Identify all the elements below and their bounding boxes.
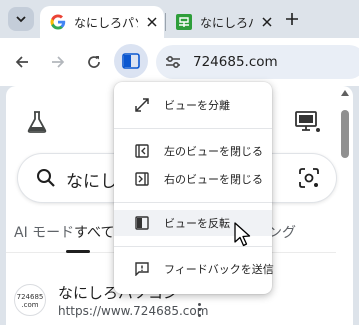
menu-label: フィードバックを送信 (164, 263, 274, 276)
address-bar[interactable]: 724685.com (156, 45, 359, 79)
search-icon (37, 169, 55, 187)
menu-item-close-right[interactable]: 右のビューを閉じる (114, 166, 272, 192)
triangle-up-icon (341, 90, 349, 96)
reload-button[interactable] (82, 50, 106, 74)
active-tab-indicator (66, 250, 90, 253)
logo-text: 724685 (16, 293, 44, 301)
tab-search-button[interactable] (8, 7, 34, 31)
close-icon (147, 17, 157, 27)
menu-divider (114, 128, 272, 129)
close-tab-button[interactable] (260, 14, 274, 30)
feedback-icon (135, 262, 149, 276)
scrollbar[interactable] (340, 88, 350, 325)
menu-label: 左のビューを閉じる (164, 145, 263, 158)
menu-item-split-view[interactable]: ビューを分離 (114, 92, 272, 118)
toolbar: 724685.com (0, 38, 359, 86)
tab-title: なにしろパソコン (74, 15, 138, 30)
tab-ai-mode[interactable]: AI モード (14, 222, 74, 242)
computer-avatar-icon[interactable] (293, 110, 321, 134)
more-dot (197, 313, 201, 317)
tab-shopping[interactable]: ング (268, 222, 296, 242)
result-more-button[interactable] (194, 302, 204, 318)
scroll-up-button[interactable] (340, 88, 350, 98)
forward-button[interactable] (46, 50, 70, 74)
camera-lens-icon[interactable] (298, 168, 320, 188)
back-button[interactable] (10, 50, 34, 74)
split-view-button[interactable] (114, 44, 148, 78)
diagonal-arrows-icon (135, 98, 149, 112)
tab-2[interactable]: なにしろパソコン (166, 6, 274, 38)
logo-text: .com (21, 301, 39, 309)
more-dot (197, 308, 201, 312)
url-text: 724685.com (193, 54, 278, 70)
split-view-menu: ビューを分離 左のビューを閉じる 右のビューを閉じる ビューを反転 フィードバッ… (114, 82, 274, 294)
tab-all[interactable]: すべて (74, 222, 114, 242)
menu-label: 右のビューを閉じる (164, 173, 263, 186)
chevron-down-icon (16, 16, 26, 23)
reverse-view-icon (135, 216, 149, 230)
google-logo-icon (50, 14, 66, 30)
mouse-cursor-icon (234, 222, 251, 247)
tab-title: なにしろパソコン (200, 15, 255, 30)
tab-strip: なにしろパソコン なにしろパソコン (0, 0, 359, 38)
menu-divider (114, 202, 272, 203)
site-info-icon[interactable] (164, 53, 182, 71)
arrow-right-icon (52, 56, 65, 68)
plus-icon (286, 13, 298, 25)
result-url[interactable]: https://www.724685.com (58, 304, 208, 318)
scrollbar-thumb[interactable] (341, 110, 349, 158)
menu-item-close-left[interactable]: 左のビューを閉じる (114, 138, 272, 164)
new-tab-button[interactable] (282, 9, 302, 29)
result-site-logo[interactable]: 724685 .com (14, 284, 46, 316)
labs-flask-icon[interactable] (26, 110, 48, 134)
menu-item-send-feedback[interactable]: フィードバックを送信 (114, 256, 274, 282)
split-view-icon (122, 53, 140, 69)
reload-icon (88, 56, 100, 68)
site-favicon-icon (176, 14, 192, 30)
close-left-pane-icon (135, 144, 149, 158)
close-tab-button[interactable] (144, 14, 160, 30)
close-icon (262, 17, 272, 27)
more-dot (197, 303, 201, 307)
tab-1[interactable]: なにしろパソコン (40, 6, 164, 38)
menu-label: ビューを反転 (164, 217, 230, 230)
close-right-pane-icon (135, 172, 149, 186)
menu-label: ビューを分離 (164, 99, 230, 112)
arrow-left-icon (15, 56, 28, 68)
